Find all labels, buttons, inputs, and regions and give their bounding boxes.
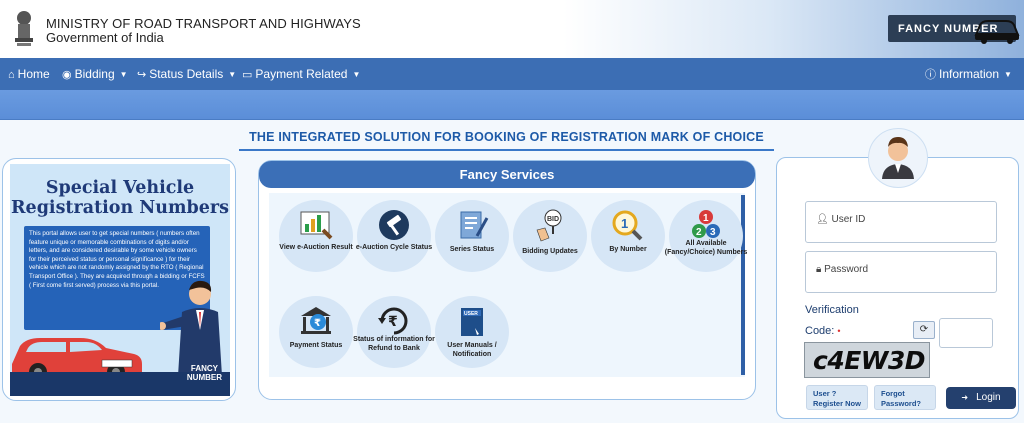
chevron-down-icon: ▼ [119, 70, 128, 79]
service-label: User Manuals / Notification [447, 342, 497, 358]
info-banner-card: Special Vehicle Registration Numbers Thi… [2, 158, 236, 401]
login-button[interactable]: ➜ Login [946, 387, 1016, 409]
magnifier-number-icon: 1 [612, 210, 643, 241]
svg-text:2: 2 [696, 227, 702, 238]
forgot-line2: Password? [881, 399, 922, 408]
refresh-icon: ⟳ [919, 324, 929, 335]
svg-text:1: 1 [703, 213, 709, 224]
banner-title-line2: Registration Numbers [11, 198, 229, 218]
gavel-cycle-icon [379, 210, 409, 240]
required-marker: • [837, 326, 841, 336]
chevron-down-icon: ▼ [352, 70, 361, 79]
login-label: Login [976, 392, 1001, 403]
banner-fancy-line2: NUMBER [186, 373, 222, 382]
card-icon: ▭ [242, 69, 253, 81]
user-id-placeholder: User ID [831, 214, 866, 225]
nav-bidding[interactable]: ◉ Bidding ▼ [62, 58, 128, 90]
numbers-icon: 1 2 3 [692, 210, 720, 238]
main-navbar: ⌂ Home ◉ Bidding ▼ ↪ Status Details ▼ ▭ Paymen… [0, 58, 1024, 90]
service-e-auction-cycle-status[interactable]: e-Auction Cycle Status [356, 200, 432, 272]
captcha-text: c4EW3D [813, 346, 926, 375]
password-placeholder: Password [824, 264, 869, 275]
arrow-right-icon: ↪ [137, 69, 147, 81]
auction-chart-icon [300, 211, 333, 240]
service-label: View e-Auction Result [279, 244, 353, 251]
service-view-e-auction-result[interactable]: View e-Auction Result [279, 200, 353, 272]
service-all-available-numbers[interactable]: 1 2 3 All Available (Fancy/Choice) Numbe… [665, 200, 747, 272]
forgot-line1: Forgot [881, 389, 905, 398]
banner-fancy-number: FANCY NUMBER [187, 364, 222, 382]
service-by-number[interactable]: 1 By Number [591, 200, 665, 272]
service-user-manuals[interactable]: USER User Manuals / Notification [435, 296, 509, 368]
document-pen-icon [460, 211, 489, 239]
lock-icon: 🔒︎ [816, 264, 822, 275]
login-arrow-icon: ➜ [961, 393, 969, 402]
services-scrollbar[interactable] [741, 195, 745, 375]
government-name: Government of India [46, 30, 164, 45]
user-id-field[interactable]: 👤︎ User ID [805, 201, 997, 243]
service-label: Status of information for Refund to Bank [353, 336, 435, 352]
rupee-refresh-icon: ₹ [378, 307, 408, 335]
bid-hand-icon: BID [536, 209, 562, 242]
password-field[interactable]: 🔒︎ Password [805, 251, 997, 293]
nav-info-label: Information [939, 67, 1000, 81]
nav-payment-label: Payment Related [255, 67, 348, 81]
bank-rupee-icon: ₹ [301, 307, 331, 334]
refresh-captcha-button[interactable]: ⟳ [913, 321, 935, 339]
nav-status-label: Status Details [149, 67, 224, 81]
chevron-down-icon: ▼ [1004, 70, 1012, 79]
user-avatar [868, 128, 928, 188]
nav-bidding-label: Bidding [74, 67, 115, 81]
service-payment-status[interactable]: ₹ Payment Status [279, 296, 353, 368]
site-header: MINISTRY OF ROAD TRANSPORT AND HIGHWAYS … [0, 0, 1024, 58]
banner-title-line1: Special Vehicle [45, 178, 195, 198]
nav-payment-related[interactable]: ▭ Payment Related ▼ [242, 58, 360, 90]
sub-banner-bar [0, 90, 1024, 120]
svg-text:BID: BID [547, 216, 559, 223]
ministry-name: MINISTRY OF ROAD TRANSPORT AND HIGHWAYS [46, 16, 361, 31]
page-tagline: THE INTEGRATED SOLUTION FOR BOOKING OF R… [239, 130, 774, 151]
svg-text:3: 3 [710, 227, 716, 238]
info-icon: ⓘ [925, 69, 936, 81]
chevron-down-icon: ▼ [228, 70, 237, 79]
svg-text:₹: ₹ [314, 318, 321, 329]
fancy-services-title: Fancy Services [259, 161, 755, 188]
register-line1: User ? [813, 389, 837, 398]
forgot-password-button[interactable]: Forgot Password? [874, 385, 936, 410]
register-now-button[interactable]: User ? Register Now [806, 385, 868, 410]
captcha-image: c4EW3D [804, 342, 930, 378]
code-label-text: Code: [805, 325, 835, 337]
service-refund-status[interactable]: ₹ Status of information for Refund to Ba… [353, 296, 435, 368]
banner-title: Special Vehicle Registration Numbers [10, 178, 230, 218]
man-pointing-illustration [160, 280, 222, 376]
captcha-code-input[interactable] [939, 318, 993, 348]
service-bidding-updates[interactable]: BID Bidding Updates [513, 200, 587, 272]
user-manual-icon: USER [461, 308, 483, 336]
national-emblem-icon [15, 11, 33, 46]
service-label: By Number [609, 246, 647, 253]
register-line2: Register Now [813, 399, 861, 408]
service-label: All Available (Fancy/Choice) Numbers [664, 240, 748, 256]
verification-label: Verification [805, 304, 859, 316]
service-series-status[interactable]: Series Status [435, 200, 509, 272]
svg-text:1: 1 [621, 216, 628, 231]
nav-home-label: Home [17, 67, 50, 81]
svg-text:₹: ₹ [388, 314, 398, 330]
nav-home[interactable]: ⌂ Home [8, 58, 50, 90]
nav-information[interactable]: ⓘ Information ▼ [925, 58, 1012, 90]
eye-icon: ◉ [62, 69, 72, 81]
service-label: Bidding Updates [522, 248, 578, 255]
user-icon: 👤︎ [816, 214, 829, 225]
service-label: Series Status [449, 246, 495, 253]
banner-fancy-line1: FANCY [190, 364, 218, 373]
svg-text:USER: USER [464, 311, 478, 317]
user-avatar-icon [882, 137, 914, 179]
info-banner: Special Vehicle Registration Numbers Thi… [10, 164, 230, 396]
service-label: e-Auction Cycle Status [355, 244, 433, 251]
service-label: Payment Status [289, 342, 343, 349]
nav-status-details[interactable]: ↪ Status Details ▼ [137, 58, 236, 90]
code-label: Code: • [805, 325, 841, 337]
car-icon [974, 20, 1020, 44]
home-icon: ⌂ [8, 69, 15, 81]
